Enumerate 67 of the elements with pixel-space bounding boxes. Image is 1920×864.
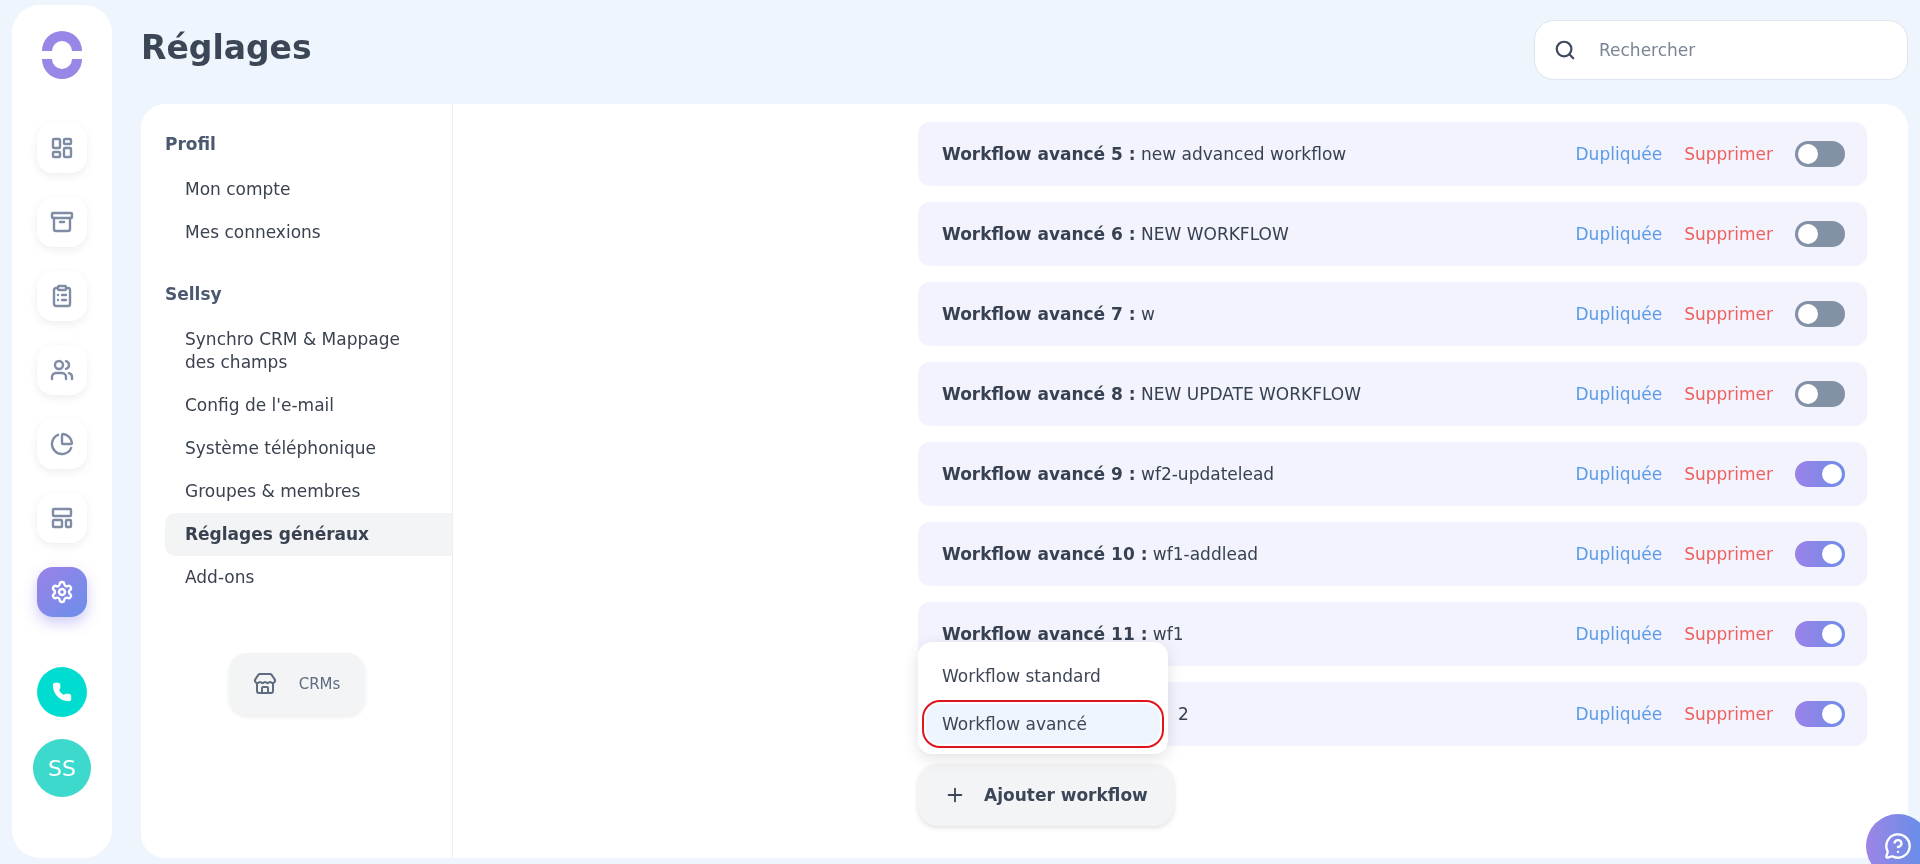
nav-button[interactable] — [37, 567, 87, 617]
menu-item[interactable]: Mon compte — [165, 168, 452, 211]
workflow-title: Workflow avancé 11 : wf1 — [942, 624, 1185, 644]
workflow-title: Workflow avancé 8 : NEW UPDATE WORKFLOW — [942, 384, 1362, 404]
duplicate-link[interactable]: Dupliquée — [1575, 384, 1663, 404]
workflow-title: 2 — [1178, 704, 1190, 724]
store-icon — [252, 672, 277, 696]
menu-item[interactable]: Synchro CRM & Mappage des champs — [165, 318, 452, 384]
duplicate-link[interactable]: Dupliquée — [1575, 464, 1663, 484]
menu-item[interactable]: Mes connexions — [165, 211, 452, 254]
duplicate-link[interactable]: Dupliquée — [1575, 304, 1663, 324]
toggle-switch[interactable] — [1795, 461, 1845, 487]
clipboard-icon — [50, 284, 74, 308]
duplicate-link[interactable]: Dupliquée — [1575, 224, 1663, 244]
crms-button[interactable]: CRMs — [228, 653, 365, 715]
menu-item[interactable]: Système téléphonique — [165, 427, 452, 470]
menu-heading: Profil — [165, 133, 217, 156]
menu-item[interactable]: Config de l'e-mail — [165, 384, 452, 427]
pie-chart-icon — [50, 432, 74, 456]
layout-icon — [50, 506, 74, 530]
phone-button[interactable] — [37, 667, 87, 717]
delete-link[interactable]: Supprimer — [1684, 624, 1773, 644]
menu-item[interactable]: Groupes & membres — [165, 470, 452, 513]
workflow-title: Workflow avancé 6 : NEW WORKFLOW — [942, 224, 1290, 244]
dashboard-icon — [50, 136, 74, 160]
tray-icon — [50, 210, 74, 234]
nav-button[interactable] — [37, 123, 87, 173]
delete-link[interactable]: Supprimer — [1684, 384, 1773, 404]
phone-icon — [52, 682, 72, 702]
settings-icon — [50, 580, 74, 604]
nav-button[interactable] — [37, 271, 87, 321]
add-workflow-button[interactable]: Ajouter workflow — [918, 764, 1174, 826]
help-icon — [1884, 832, 1912, 860]
people-icon — [50, 358, 74, 382]
menu-option[interactable]: Workflow standard — [926, 656, 1160, 696]
nav-button[interactable] — [37, 493, 87, 543]
delete-link[interactable]: Supprimer — [1684, 544, 1773, 564]
menu-item[interactable]: Add-ons — [165, 556, 452, 599]
nav-button[interactable] — [37, 345, 87, 395]
toggle-switch[interactable] — [1795, 621, 1845, 647]
page-title: Réglages — [141, 28, 312, 67]
delete-link[interactable]: Supprimer — [1684, 304, 1773, 324]
delete-link[interactable]: Supprimer — [1684, 704, 1773, 724]
toggle-switch[interactable] — [1795, 541, 1845, 567]
toggle-switch[interactable] — [1795, 701, 1845, 727]
user-avatar[interactable]: SS — [33, 739, 91, 797]
duplicate-link[interactable]: Dupliquée — [1575, 624, 1663, 644]
workflow-title: Workflow avancé 10 : wf1-addlead — [942, 544, 1260, 564]
menu-heading: Sellsy — [165, 283, 223, 306]
delete-link[interactable]: Supprimer — [1684, 464, 1773, 484]
workflow-title: Workflow avancé 5 : new advanced workflow — [942, 144, 1348, 164]
delete-link[interactable]: Supprimer — [1684, 224, 1773, 244]
toggle-switch[interactable] — [1795, 221, 1845, 247]
search-field[interactable]: Rechercher — [1534, 20, 1908, 80]
duplicate-link[interactable]: Dupliquée — [1575, 544, 1663, 564]
nav-button[interactable] — [37, 419, 87, 469]
workflow-title: Workflow avancé 7 : w — [942, 304, 1156, 324]
toggle-switch[interactable] — [1795, 381, 1845, 407]
workflow-title: Workflow avancé 9 : wf2-updatelead — [942, 464, 1276, 484]
nav-button[interactable] — [37, 197, 87, 247]
delete-link[interactable]: Supprimer — [1684, 144, 1773, 164]
search-icon — [1554, 39, 1576, 61]
menu-item[interactable]: Réglages généraux — [165, 513, 452, 556]
duplicate-link[interactable]: Dupliquée — [1575, 144, 1663, 164]
duplicate-link[interactable]: Dupliquée — [1575, 704, 1663, 724]
toggle-switch[interactable] — [1795, 301, 1845, 327]
toggle-switch[interactable] — [1795, 141, 1845, 167]
